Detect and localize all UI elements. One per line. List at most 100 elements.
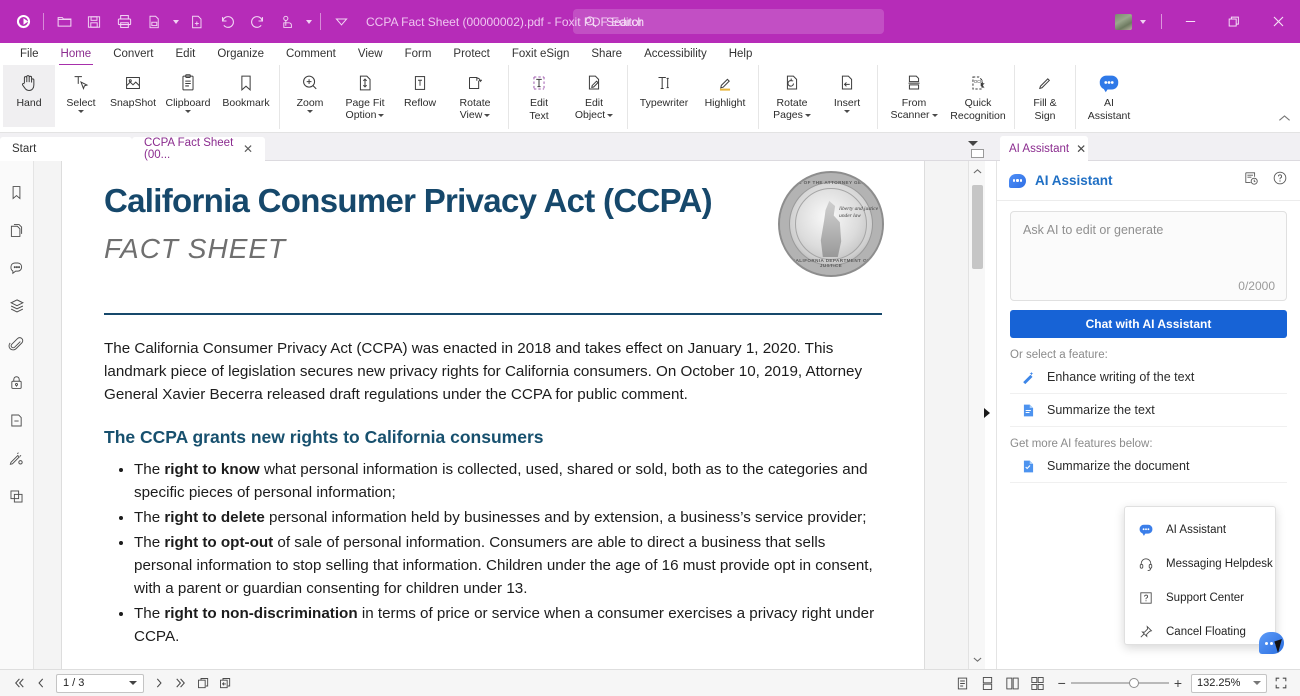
zoom-level-input[interactable]: 132.25% xyxy=(1191,673,1267,693)
attachments-panel-icon[interactable] xyxy=(5,333,29,355)
menu-item-organize[interactable]: Organize xyxy=(206,43,275,65)
customize-toolbar-icon[interactable] xyxy=(326,8,356,36)
insert-pages-dropdown[interactable] xyxy=(844,109,850,113)
edit-text-button[interactable]: Edit Text xyxy=(513,65,565,127)
snapshot-button[interactable]: SnapShot xyxy=(107,65,159,127)
create-pdf-icon[interactable] xyxy=(182,8,212,36)
hand-tool-button[interactable]: Hand xyxy=(3,65,55,127)
menu-item-accessibility[interactable]: Accessibility xyxy=(633,43,718,65)
menu-item-share[interactable]: Share xyxy=(580,43,633,65)
facing-page-icon[interactable] xyxy=(1002,672,1024,694)
menu-item-form[interactable]: Form xyxy=(394,43,443,65)
ai-feature-enhance-writing[interactable]: Enhance writing of the text xyxy=(1010,361,1287,394)
document-view[interactable]: OFFICE OF THE ATTORNEY GENERAL liberty a… xyxy=(34,161,968,669)
foxit-logo-icon[interactable] xyxy=(8,8,38,36)
from-scanner-dropdown[interactable]: Scanner xyxy=(890,109,938,122)
signatures-panel-icon[interactable] xyxy=(5,447,29,469)
zoom-slider-knob[interactable] xyxy=(1128,678,1139,688)
page-flip-handle[interactable] xyxy=(971,149,984,158)
collapse-ribbon-button[interactable] xyxy=(1278,114,1291,126)
bookmark-button[interactable]: Bookmark xyxy=(217,65,275,127)
chevron-down-icon[interactable] xyxy=(1253,681,1261,685)
typewriter-button[interactable]: Typewriter xyxy=(632,65,696,127)
menu-item-cancel-floating[interactable]: Cancel Floating xyxy=(1125,615,1275,649)
close-ai-tab-icon[interactable]: ✕ xyxy=(1076,142,1086,156)
help-icon[interactable] xyxy=(1272,170,1288,191)
ai-assistant-button[interactable]: AI Assistant xyxy=(1080,65,1138,127)
highlight-button[interactable]: Highlight xyxy=(696,65,754,127)
stamps-panel-icon[interactable] xyxy=(5,485,29,507)
touch-mode-dropdown-icon[interactable] xyxy=(302,9,315,35)
page-thumbnails-icon[interactable] xyxy=(5,219,29,241)
quick-recognition-button[interactable]: OCR Quick Recognition xyxy=(946,65,1010,127)
scroll-up-icon[interactable] xyxy=(969,163,986,179)
menu-item-file[interactable]: File xyxy=(9,43,50,65)
comments-panel-icon[interactable] xyxy=(5,257,29,279)
save-as-icon[interactable] xyxy=(139,8,169,36)
zoom-button[interactable]: Zoom xyxy=(284,65,336,127)
zoom-dropdown[interactable] xyxy=(307,109,313,113)
rotate-pages-button[interactable]: Rotate Pages xyxy=(763,65,821,127)
rotate-view-option[interactable]: View xyxy=(460,109,491,122)
first-page-icon[interactable] xyxy=(8,672,30,694)
page-fit-button[interactable]: Page Fit Option xyxy=(336,65,394,127)
ai-prompt-input[interactable]: Ask AI to edit or generate 0/2000 xyxy=(1010,211,1287,301)
menu-item-help[interactable]: Help xyxy=(718,43,764,65)
reflow-button[interactable]: Reflow xyxy=(394,65,446,127)
continuous-facing-icon[interactable] xyxy=(1027,672,1049,694)
single-page-icon[interactable] xyxy=(952,672,974,694)
print-icon[interactable] xyxy=(109,8,139,36)
zoom-slider[interactable]: − + xyxy=(1058,675,1182,691)
ai-feature-summarize-document[interactable]: Summarize the document xyxy=(1010,450,1287,483)
open-folder-icon[interactable] xyxy=(49,8,79,36)
search-input[interactable]: Search xyxy=(573,9,884,34)
rotate-view-button[interactable]: Rotate View xyxy=(446,65,504,127)
page-number-input[interactable]: 1 / 3 xyxy=(56,673,144,693)
scrollbar-thumb[interactable] xyxy=(972,185,983,269)
undo-icon[interactable] xyxy=(212,8,242,36)
zoom-out-button[interactable]: − xyxy=(1058,675,1066,691)
layers-panel-icon[interactable] xyxy=(5,295,29,317)
continuous-page-icon[interactable] xyxy=(977,672,999,694)
zoom-in-button[interactable]: + xyxy=(1174,675,1182,691)
select-dropdown[interactable] xyxy=(78,109,84,113)
security-panel-icon[interactable] xyxy=(5,371,29,393)
select-tool-button[interactable]: Select xyxy=(55,65,107,127)
clipboard-button[interactable]: Clipboard xyxy=(159,65,217,127)
next-page-icon[interactable] xyxy=(148,672,170,694)
fullscreen-icon[interactable] xyxy=(1270,672,1292,694)
insert-pages-button[interactable]: Insert xyxy=(821,65,873,127)
fields-panel-icon[interactable] xyxy=(5,409,29,431)
menu-item-view[interactable]: View xyxy=(347,43,394,65)
menu-item-foxit-esign[interactable]: Foxit eSign xyxy=(501,43,581,65)
fill-and-sign-button[interactable]: Fill & Sign xyxy=(1019,65,1071,127)
user-account[interactable] xyxy=(1115,9,1149,35)
scroll-down-icon[interactable] xyxy=(969,651,986,667)
tab-ai-assistant[interactable]: AI Assistant ✕ xyxy=(1000,136,1088,161)
copy-page-icon[interactable] xyxy=(192,672,214,694)
menu-item-ai-assistant[interactable]: AI Assistant xyxy=(1125,513,1275,547)
tab-list-dropdown-icon[interactable] xyxy=(968,141,978,146)
zoom-slider-track[interactable] xyxy=(1070,678,1169,688)
edit-object-dropdown[interactable]: Object xyxy=(575,109,614,122)
minimize-button[interactable] xyxy=(1168,0,1212,43)
save-icon[interactable] xyxy=(79,8,109,36)
tab-ccpa-fact-sheet[interactable]: CCPA Fact Sheet (00... ✕ xyxy=(132,137,265,161)
history-icon[interactable] xyxy=(1243,170,1259,191)
menu-item-support-center[interactable]: Support Center xyxy=(1125,581,1275,615)
last-page-icon[interactable] xyxy=(170,672,192,694)
document-scrollbar[interactable] xyxy=(968,149,986,669)
redo-icon[interactable] xyxy=(242,8,272,36)
touch-mode-icon[interactable] xyxy=(272,8,302,36)
save-as-dropdown-icon[interactable] xyxy=(169,9,182,35)
swap-page-icon[interactable] xyxy=(214,672,236,694)
bookmarks-panel-icon[interactable] xyxy=(5,181,29,203)
chevron-down-icon[interactable] xyxy=(129,681,137,685)
menu-item-edit[interactable]: Edit xyxy=(165,43,207,65)
rotate-pages-dropdown[interactable]: Pages xyxy=(773,109,811,122)
restore-button[interactable] xyxy=(1212,0,1256,43)
page-fit-option[interactable]: Option xyxy=(346,109,385,122)
menu-item-comment[interactable]: Comment xyxy=(275,43,347,65)
clipboard-dropdown[interactable] xyxy=(185,109,191,113)
previous-page-icon[interactable] xyxy=(30,672,52,694)
